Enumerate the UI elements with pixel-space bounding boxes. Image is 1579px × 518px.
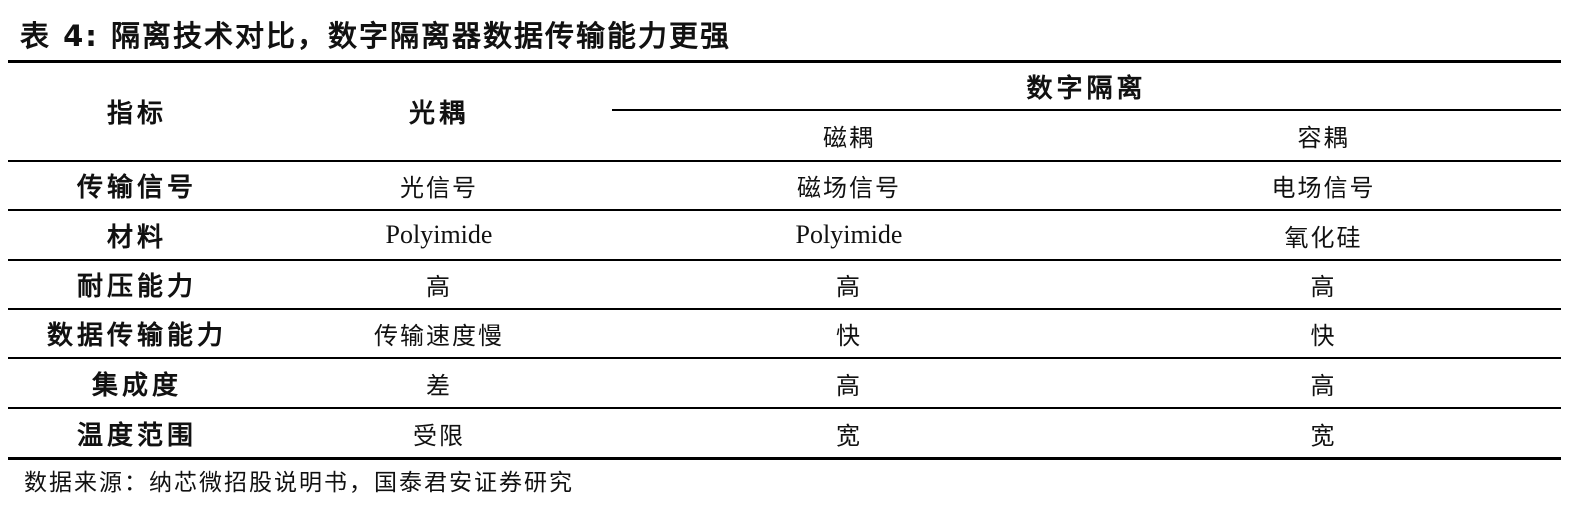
- row-label: 传输信号: [76, 173, 197, 203]
- table-cell-optical: 受限: [413, 421, 465, 450]
- table-cell-magnetic: 宽: [836, 421, 862, 450]
- table-cell-capacitive: 快: [1310, 322, 1337, 350]
- table-cell-optical: Polyimide: [385, 220, 493, 249]
- table-cell-capacitive: 氧化硅: [1284, 223, 1363, 252]
- table-cell-capacitive: 宽: [1310, 421, 1337, 450]
- source-note: 数据来源：纳芯微招股说明书，国泰君安证券研究: [24, 470, 574, 496]
- row-label: 温度范围: [76, 420, 197, 451]
- table-cell-optical: 传输速度慢: [374, 322, 504, 350]
- header-optical: 光耦: [408, 99, 469, 129]
- table-cell-magnetic: 高: [836, 371, 862, 400]
- header-indicator: 指标: [106, 99, 167, 129]
- table-cell-magnetic: 高: [836, 273, 862, 301]
- table-cell-optical: 光信号: [400, 174, 478, 202]
- row-label: 数据传输能力: [46, 321, 227, 351]
- row-label: 集成度: [91, 370, 182, 401]
- table-cell-capacitive: 高: [1310, 273, 1337, 301]
- row-label: 耐压能力: [76, 272, 197, 302]
- table-cell-magnetic: 快: [836, 322, 862, 350]
- table-cell-optical: 差: [426, 371, 452, 400]
- table-title: 表 4: 隔离技术对比，数字隔离器数据传输能力更强: [20, 19, 731, 53]
- table-cell-magnetic: Polyimide: [795, 220, 903, 249]
- row-label: 材料: [106, 222, 167, 253]
- table-cell-capacitive: 电场信号: [1271, 174, 1376, 202]
- header-capacitive: 容耦: [1297, 124, 1350, 152]
- table-cell-magnetic: 磁场信号: [797, 174, 901, 202]
- table-cell-capacitive: 高: [1310, 371, 1337, 400]
- header-magnetic: 磁耦: [823, 124, 875, 152]
- table-cell-optical: 高: [426, 273, 452, 301]
- header-digital-group: 数字隔离: [1026, 73, 1147, 104]
- table-bottom-rule: [8, 457, 1561, 460]
